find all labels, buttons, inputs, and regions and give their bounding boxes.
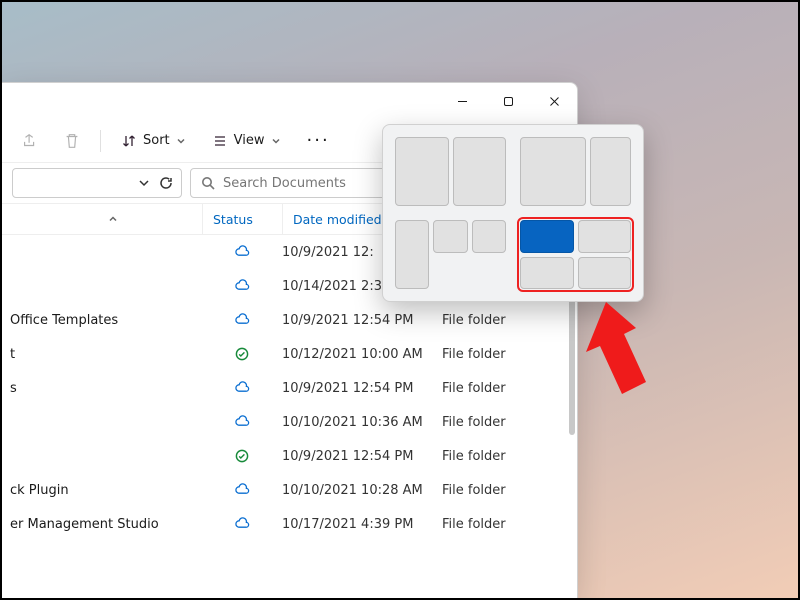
snap-layouts-popup: [382, 124, 644, 302]
snap-zone[interactable]: [472, 220, 506, 253]
snap-zone[interactable]: [520, 137, 586, 206]
table-row[interactable]: ck Plugin 10/10/2021 10:28 AMFile folder: [2, 473, 577, 507]
more-button[interactable]: ···: [297, 130, 340, 151]
cloud-icon: [202, 380, 282, 396]
cell-type: File folder: [442, 381, 577, 396]
cell-type: File folder: [442, 517, 577, 532]
chevron-down-icon: [176, 136, 186, 146]
cell-date: 10/9/2021 12:54 PM: [282, 313, 442, 328]
cell-name: t: [2, 347, 202, 362]
table-row[interactable]: s 10/9/2021 12:54 PMFile folder: [2, 371, 577, 405]
snap-zone[interactable]: [578, 257, 632, 290]
delete-icon[interactable]: [54, 123, 90, 159]
annotation-arrow: [584, 302, 664, 412]
cell-date: 10/10/2021 10:36 AM: [282, 415, 442, 430]
cell-date: 10/17/2021 4:39 PM: [282, 517, 442, 532]
table-row[interactable]: er Management Studio 10/17/2021 4:39 PMFi…: [2, 507, 577, 541]
snap-zone[interactable]: [433, 220, 467, 253]
separator: [100, 130, 101, 152]
cell-date: 10/9/2021 12:54 PM: [282, 449, 442, 464]
address-bar[interactable]: [12, 168, 182, 198]
chevron-up-icon: [108, 214, 118, 224]
table-row[interactable]: t 10/12/2021 10:00 AMFile folder: [2, 337, 577, 371]
cell-name: s: [2, 381, 202, 396]
close-button[interactable]: [531, 85, 577, 117]
sort-label: Sort: [143, 133, 170, 148]
snap-layout-quad[interactable]: [518, 218, 633, 291]
snap-zone[interactable]: [453, 137, 507, 206]
snap-layout-side-by-side[interactable]: [393, 135, 508, 208]
column-name[interactable]: [2, 214, 202, 224]
share-icon[interactable]: [12, 123, 48, 159]
titlebar: [2, 83, 577, 119]
cell-type: File folder: [442, 415, 577, 430]
synced-icon: [202, 346, 282, 362]
cell-date: 10/9/2021 12:54 PM: [282, 381, 442, 396]
cell-date: 10/12/2021 10:00 AM: [282, 347, 442, 362]
snap-layout-70-30[interactable]: [518, 135, 633, 208]
cell-type: File folder: [442, 483, 577, 498]
cell-type: File folder: [442, 347, 577, 362]
cloud-icon: [202, 516, 282, 532]
column-status[interactable]: Status: [202, 204, 282, 234]
snap-zone[interactable]: [578, 220, 632, 253]
sort-button[interactable]: Sort: [111, 123, 196, 159]
cloud-icon: [202, 244, 282, 260]
cell-date: 10/10/2021 10:28 AM: [282, 483, 442, 498]
snap-zone[interactable]: [590, 137, 631, 206]
cloud-icon: [202, 312, 282, 328]
cloud-icon: [202, 482, 282, 498]
snap-zone[interactable]: [395, 137, 449, 206]
view-label: View: [234, 133, 265, 148]
cell-type: File folder: [442, 449, 577, 464]
maximize-button[interactable]: [485, 85, 531, 117]
table-row[interactable]: 10/9/2021 12:54 PMFile folder: [2, 439, 577, 473]
cell-name: ck Plugin: [2, 483, 202, 498]
cell-name: er Management Studio: [2, 517, 202, 532]
table-row[interactable]: 10/10/2021 10:36 AMFile folder: [2, 405, 577, 439]
cloud-icon: [202, 278, 282, 294]
snap-zone[interactable]: [395, 220, 429, 289]
snap-zone-selected[interactable]: [520, 220, 574, 253]
search-icon: [201, 176, 215, 190]
snap-layout-three-col[interactable]: [393, 218, 508, 291]
cell-type: File folder: [442, 313, 577, 328]
synced-icon: [202, 448, 282, 464]
refresh-icon[interactable]: [159, 176, 173, 190]
view-button[interactable]: View: [202, 123, 291, 159]
chevron-down-icon: [271, 136, 281, 146]
cell-name: Office Templates: [2, 313, 202, 328]
chevron-down-icon[interactable]: [137, 176, 151, 190]
table-row[interactable]: Office Templates 10/9/2021 12:54 PMFile f…: [2, 303, 577, 337]
cloud-icon: [202, 414, 282, 430]
snap-zone[interactable]: [520, 257, 574, 290]
minimize-button[interactable]: [439, 85, 485, 117]
